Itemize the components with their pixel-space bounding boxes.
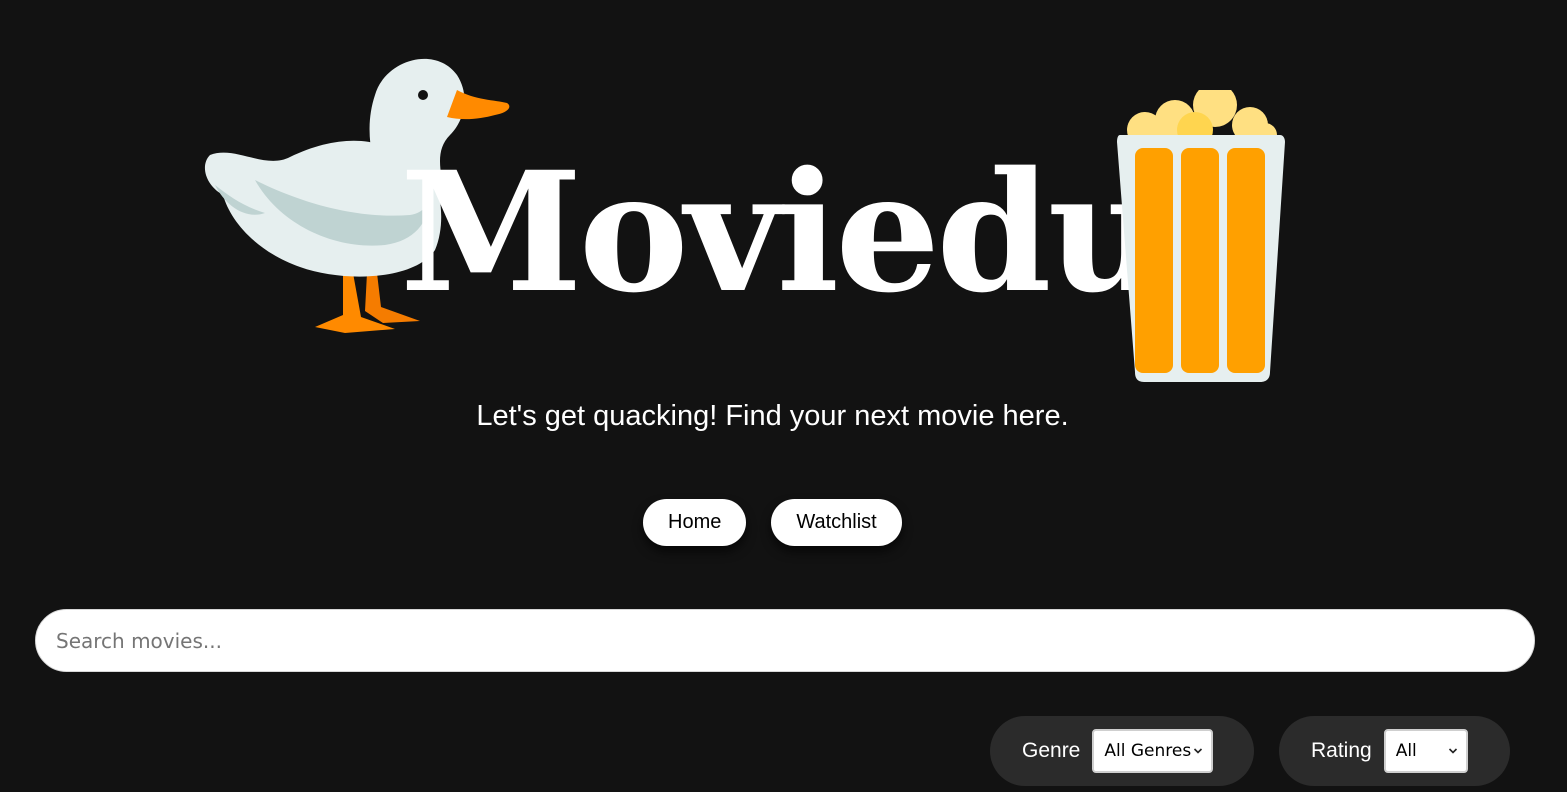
logo: Moviedux xyxy=(195,45,1305,382)
rating-select-value: All xyxy=(1395,741,1417,761)
main-nav: Home Watchlist xyxy=(643,499,902,546)
genre-label: Genre xyxy=(1022,739,1081,762)
chevron-down-icon xyxy=(1194,748,1203,754)
watchlist-button[interactable]: Watchlist xyxy=(771,499,902,546)
rating-select[interactable]: All xyxy=(1383,729,1468,773)
genre-select[interactable]: All Genres xyxy=(1092,729,1214,773)
popcorn-icon xyxy=(1117,90,1285,382)
home-button[interactable]: Home xyxy=(643,499,747,546)
chevron-down-icon xyxy=(1448,748,1457,754)
page: Moviedux Let's get quacking! Find your n… xyxy=(0,0,1567,792)
search-bar xyxy=(35,609,1535,672)
genre-filter: Genre All Genres xyxy=(990,716,1254,786)
search-input[interactable] xyxy=(35,609,1535,672)
genre-select-value: All Genres xyxy=(1104,741,1192,761)
rating-filter: Rating All xyxy=(1279,716,1510,786)
rating-label: Rating xyxy=(1311,739,1372,762)
tagline: Let's get quacking! Find your next movie… xyxy=(476,400,1069,432)
